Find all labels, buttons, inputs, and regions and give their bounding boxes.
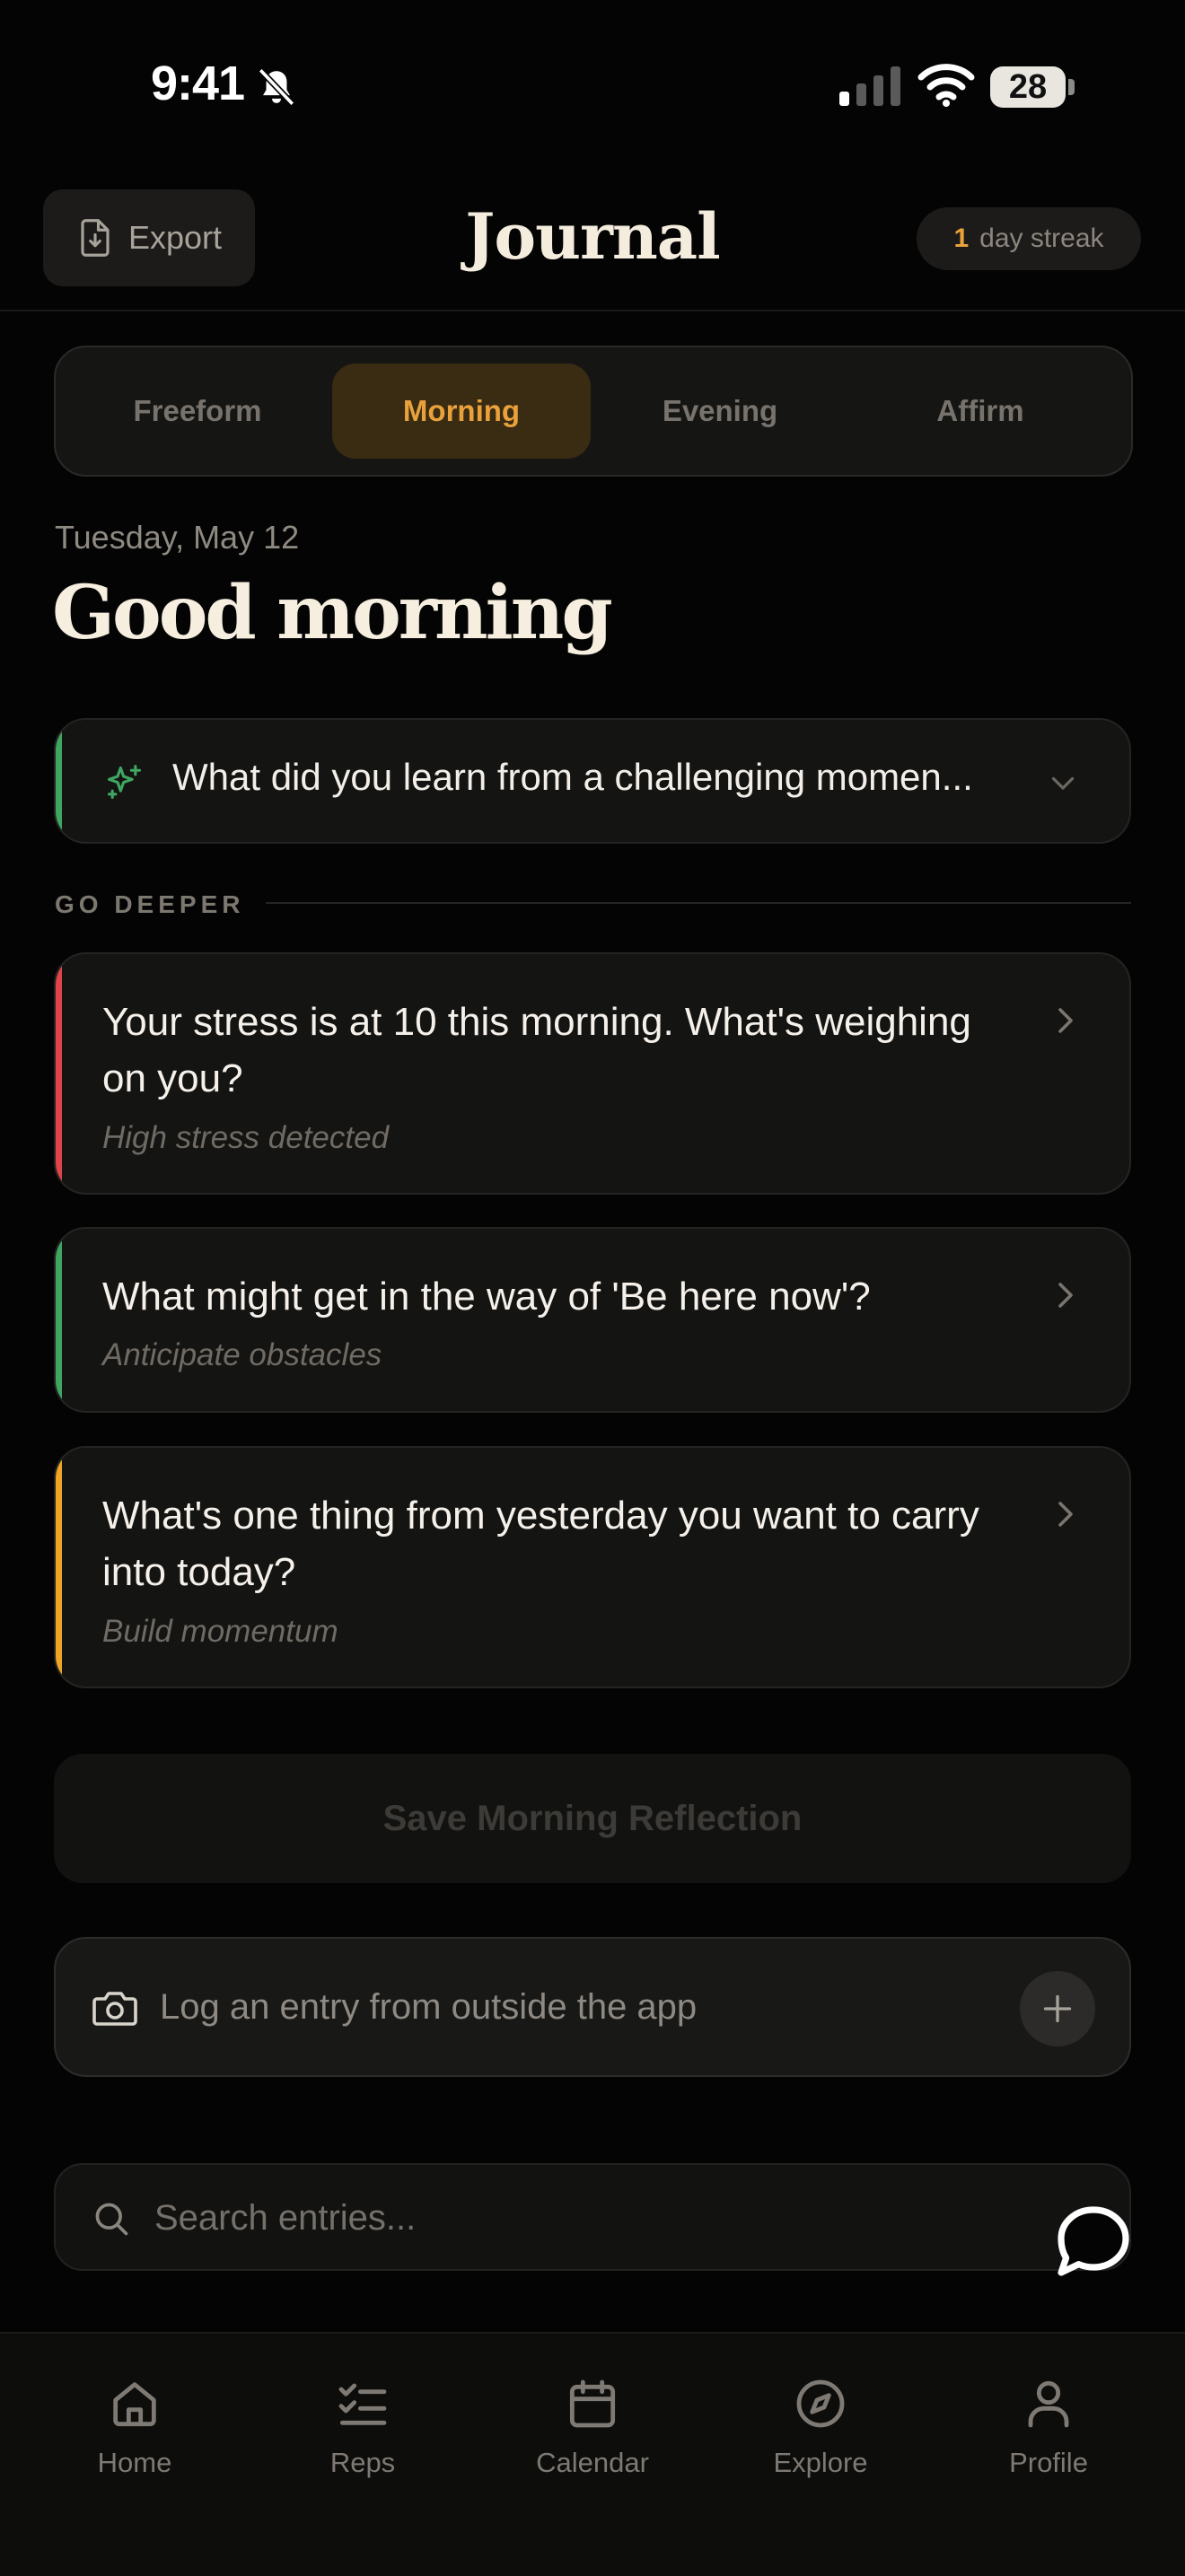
log-external-entry[interactable]: Log an entry from outside the app	[54, 1937, 1131, 2077]
page-title: Journal	[465, 199, 720, 274]
compass-icon	[796, 2379, 845, 2428]
profile-icon	[1028, 2380, 1069, 2428]
log-entry-label: Log an entry from outside the app	[160, 1987, 698, 2027]
card-accent	[56, 1229, 62, 1411]
search-input[interactable]	[153, 2188, 964, 2247]
deeper-prompt-subtitle: Build momentum	[102, 1614, 338, 1649]
sparkle-icon	[107, 765, 141, 800]
chat-bubble-icon[interactable]	[1052, 2203, 1135, 2282]
deeper-prompt-card[interactable]: What's one thing from yesterday you want…	[54, 1446, 1131, 1688]
chevron-right-icon	[1058, 1502, 1073, 1527]
calendar-icon	[569, 2379, 616, 2428]
search-bar	[54, 2163, 1131, 2271]
cellular-signal-icon	[839, 66, 900, 106]
battery-nub	[1068, 79, 1075, 95]
chevron-down-icon	[1051, 776, 1075, 790]
nav-label: Calendar	[536, 2447, 649, 2478]
home-icon	[113, 2382, 156, 2427]
plus-icon	[1043, 1994, 1072, 2023]
deeper-prompt-subtitle: High stress detected	[102, 1120, 390, 1155]
prompt-text: What did you learn from a challenging mo…	[172, 756, 973, 798]
bottom-navigation: Home Reps Calendar Explore Profile	[0, 2332, 1185, 2576]
header-divider	[0, 310, 1185, 311]
nav-label: Explore	[773, 2447, 868, 2478]
nav-label: Profile	[1009, 2447, 1088, 2478]
nav-label: Reps	[329, 2447, 396, 2478]
card-accent	[56, 1448, 62, 1687]
card-accent	[56, 954, 62, 1193]
tab-morning[interactable]: Morning	[332, 364, 591, 459]
deeper-prompt-card[interactable]: What might get in the way of 'Be here no…	[54, 1227, 1131, 1413]
prompt-accent	[56, 720, 62, 842]
export-label: Export	[127, 219, 223, 256]
camera-icon	[92, 1992, 137, 2026]
deeper-prompt-title: Your stress is at 10 this morning. What'…	[102, 1000, 971, 1100]
journal-mode-tabs: Freeform Morning Evening Affirm	[54, 346, 1133, 477]
save-reflection-button[interactable]: Save Morning Reflection	[54, 1754, 1131, 1883]
nav-profile[interactable]: Profile	[959, 2375, 1138, 2479]
chevron-right-icon	[1058, 1283, 1073, 1308]
add-entry-button[interactable]	[1020, 1971, 1095, 2046]
daily-prompt-selector[interactable]: What did you learn from a challenging mo…	[54, 718, 1131, 844]
deeper-prompt-card[interactable]: Your stress is at 10 this morning. What'…	[54, 952, 1131, 1195]
bell-slash-icon	[258, 67, 295, 107]
date-label: Tuesday, May 12	[55, 519, 300, 556]
tab-affirm[interactable]: Affirm	[851, 364, 1110, 459]
deeper-prompt-subtitle: Anticipate obstacles	[102, 1337, 382, 1372]
deeper-prompt-title: What might get in the way of 'Be here no…	[102, 1275, 871, 1319]
go-deeper-heading: GO DEEPER	[55, 890, 245, 918]
search-icon	[95, 2203, 128, 2236]
file-download-icon	[81, 219, 110, 257]
greeting-heading: Good morning	[52, 570, 613, 656]
streak-badge: 1 day streak	[917, 207, 1141, 270]
battery-icon: 28	[990, 66, 1066, 108]
streak-count: 1	[953, 223, 970, 253]
nav-calendar[interactable]: Calendar	[503, 2375, 682, 2479]
deeper-prompt-title: What's one thing from yesterday you want…	[102, 1494, 979, 1594]
nav-explore[interactable]: Explore	[731, 2375, 910, 2479]
tab-evening[interactable]: Evening	[591, 364, 849, 459]
nav-label: Home	[97, 2447, 172, 2478]
export-button[interactable]: Export	[43, 189, 255, 286]
nav-home[interactable]: Home	[45, 2375, 224, 2479]
nav-reps[interactable]: Reps	[273, 2375, 452, 2479]
status-time: 9:41	[151, 57, 245, 110]
wifi-icon	[917, 64, 975, 107]
tab-freeform[interactable]: Freeform	[68, 364, 327, 459]
streak-label: day streak	[979, 223, 1104, 253]
battery-level: 28	[1008, 67, 1048, 106]
checklist-icon	[338, 2383, 387, 2425]
go-deeper-divider	[266, 902, 1131, 904]
chevron-right-icon	[1058, 1008, 1073, 1033]
